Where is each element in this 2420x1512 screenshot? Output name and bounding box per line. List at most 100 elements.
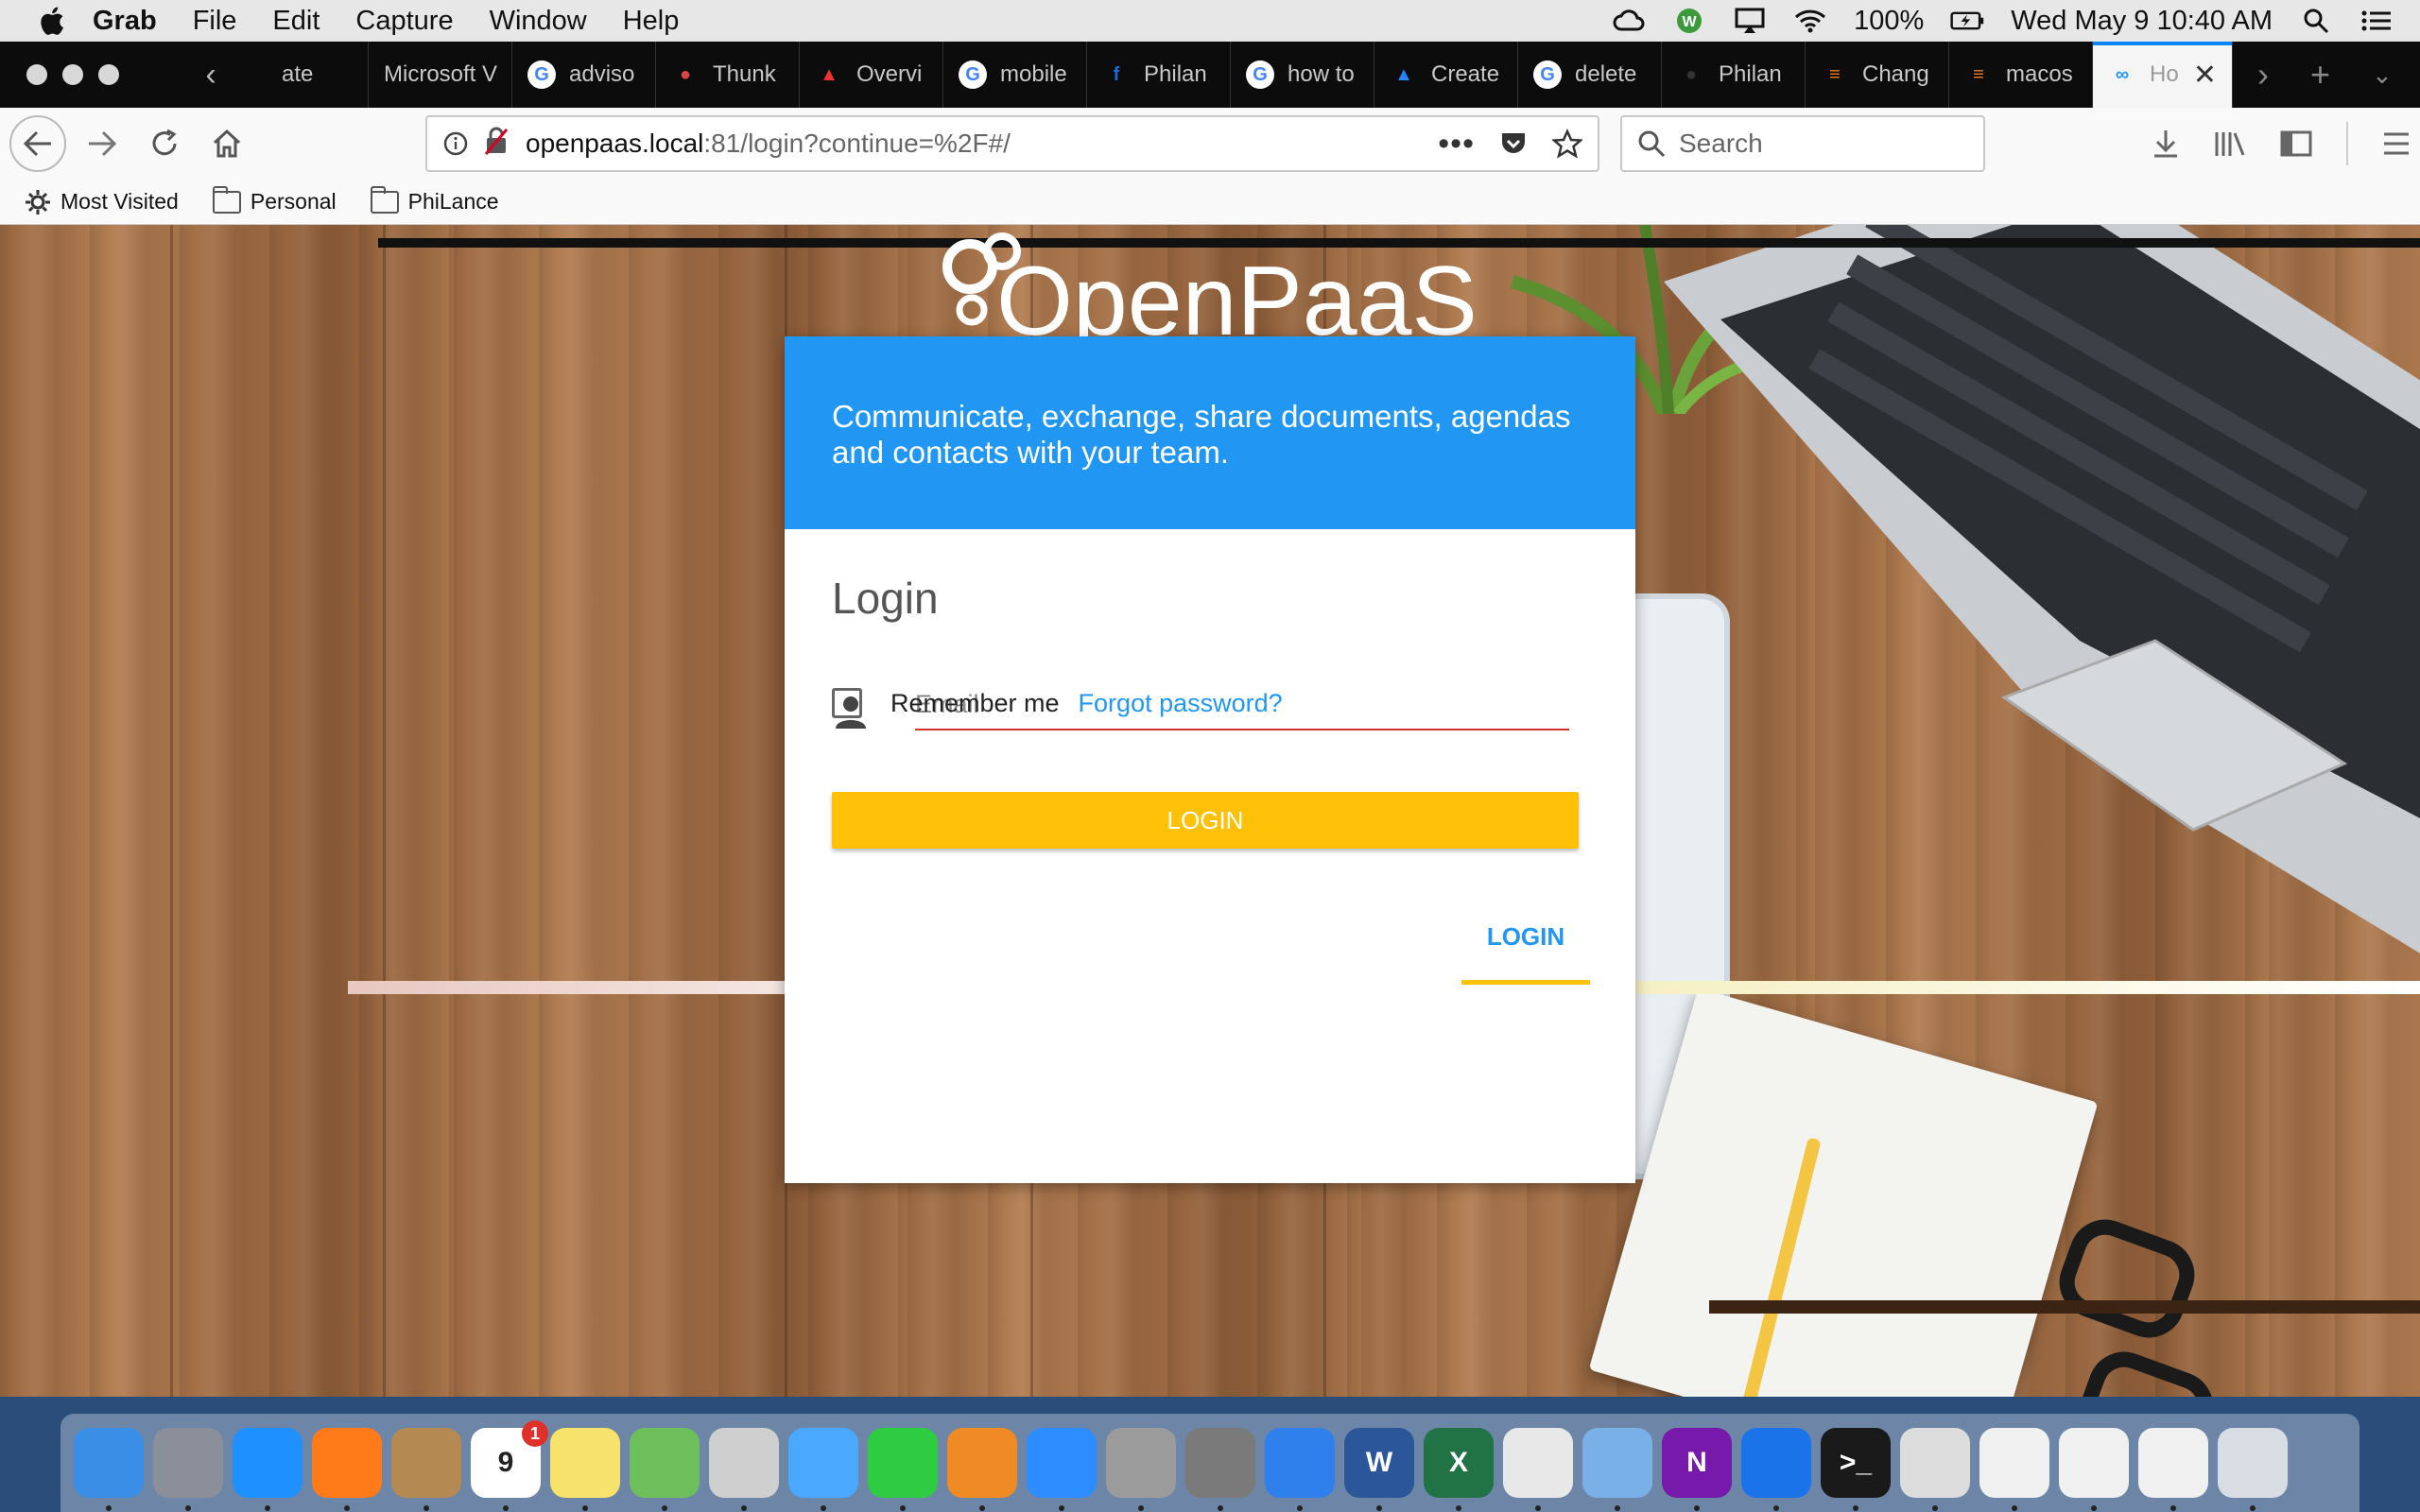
document-2-dock-icon[interactable] [2059, 1428, 2129, 1511]
wifi-icon[interactable] [1793, 7, 1827, 35]
document-3-dock-icon[interactable] [2138, 1428, 2208, 1511]
dock-icon-glyph: 9 [497, 1447, 514, 1478]
zoom-window-button[interactable] [98, 64, 119, 85]
menu-help[interactable]: Help [623, 6, 680, 37]
browser-tab[interactable]: ▲ Create [1374, 42, 1518, 108]
browser-tab[interactable]: ● Philan [1662, 42, 1806, 108]
onedrive-dock-icon[interactable] [1265, 1428, 1335, 1511]
trash-dock-icon[interactable] [2218, 1428, 2288, 1511]
tab-scroll-left-icon[interactable]: ‹ [197, 57, 225, 94]
document-1-dock-icon[interactable] [1979, 1428, 2049, 1511]
site-info-icon[interactable] [427, 131, 484, 156]
browser-tab[interactable]: ate [225, 42, 369, 108]
terminal-dock-icon[interactable]: >_ [1821, 1428, 1891, 1511]
menu-app-name[interactable]: Grab [93, 6, 157, 37]
messages-dock-icon[interactable] [788, 1428, 858, 1511]
running-indicator [1456, 1505, 1461, 1511]
browser-tab[interactable]: Gmobile [943, 42, 1087, 108]
app-store-dock-icon[interactable] [1027, 1428, 1097, 1511]
bookmark-star-icon[interactable] [1552, 129, 1582, 159]
tab-label: delete [1575, 61, 1637, 87]
word-dock-icon[interactable]: W [1344, 1428, 1414, 1511]
forgot-password-link[interactable]: Forgot password? [1079, 689, 1283, 718]
insecure-connection-icon[interactable] [484, 127, 509, 162]
excel-dock-icon[interactable]: X [1424, 1428, 1494, 1511]
archive-dock-icon[interactable] [1900, 1428, 1970, 1511]
bookmark-most-visited[interactable]: Most Visited [25, 189, 179, 215]
browser-tab[interactable]: Microsoft V [369, 42, 512, 108]
login-button[interactable]: LOGIN [832, 792, 1579, 849]
launchpad-dock-icon[interactable] [153, 1428, 223, 1511]
bookmark-label: Personal [250, 189, 337, 214]
browser-tab[interactable]: ≡ Chang [1806, 42, 1949, 108]
menu-capture[interactable]: Capture [355, 6, 453, 37]
contacts-dock-icon[interactable] [391, 1428, 461, 1511]
menu-window[interactable]: Window [490, 6, 587, 37]
safari-dock-icon[interactable] [233, 1428, 302, 1511]
new-tab-icon[interactable]: + [2310, 55, 2330, 94]
scissors-dock-icon[interactable] [709, 1428, 779, 1511]
running-indicator [424, 1505, 429, 1511]
google-favicon-icon: G [1246, 60, 1274, 89]
browser-tab[interactable]: Gdelete [1518, 42, 1662, 108]
system-preferences-dock-icon[interactable] [1185, 1428, 1255, 1511]
menubar-clock[interactable]: Wed May 9 10:40 AM [2011, 6, 2273, 37]
notification-center-icon[interactable] [2360, 7, 2394, 35]
finder-dock-icon[interactable] [74, 1428, 144, 1511]
close-window-button[interactable] [26, 64, 47, 85]
mail-dock-icon[interactable] [1582, 1428, 1652, 1511]
apple-menu-icon[interactable] [36, 5, 66, 37]
minimize-window-button[interactable] [62, 64, 83, 85]
tab-scroll-right-icon[interactable]: › [2257, 55, 2269, 94]
browser-tab[interactable]: f Philan [1087, 42, 1231, 108]
menu-edit[interactable]: Edit [272, 6, 320, 37]
airplay-icon[interactable] [1733, 7, 1767, 35]
maps-dock-icon[interactable] [630, 1428, 700, 1511]
battery-charging-icon[interactable] [1950, 7, 1984, 35]
maps-pin-dock-icon[interactable] [1741, 1428, 1811, 1511]
remember-me-label[interactable]: Remember me [890, 689, 1060, 718]
running-indicator [1853, 1505, 1858, 1511]
menu-file[interactable]: File [193, 6, 237, 37]
calculator-dock-icon[interactable] [1106, 1428, 1176, 1511]
page-actions-icon[interactable]: ••• [1438, 126, 1475, 163]
spotlight-search-icon[interactable] [2299, 7, 2333, 35]
hamburger-menu-icon[interactable] [2382, 130, 2411, 157]
bookmark-folder-philance[interactable]: PhiLance [370, 185, 499, 215]
macos-menubar: Grab File Edit Capture Window Help W 100… [0, 0, 2420, 42]
close-tab-icon[interactable]: ✕ [2193, 59, 2217, 92]
browser-tab[interactable]: ● Thunk [656, 42, 800, 108]
facetime-dock-icon[interactable] [868, 1428, 938, 1511]
firefox-dock-icon[interactable] [312, 1428, 382, 1511]
google-favicon-icon: G [527, 60, 556, 89]
onenote-dock-icon[interactable]: N [1662, 1428, 1732, 1511]
reload-button[interactable] [138, 117, 191, 170]
battery-percent: 100% [1854, 5, 1925, 36]
running-indicator [741, 1505, 747, 1511]
browser-tab[interactable]: ▲ Overvi [800, 42, 943, 108]
search-input[interactable] [1679, 129, 1962, 159]
browser-tab[interactable]: Ghow to [1231, 42, 1374, 108]
forward-button[interactable] [76, 117, 129, 170]
address-bar[interactable]: openpaas.local:81/login?continue=%2F#/ •… [425, 115, 1599, 172]
notes-dock-icon[interactable] [550, 1428, 620, 1511]
creative-cloud-icon[interactable] [1612, 7, 1646, 35]
pocket-icon[interactable] [1499, 129, 1528, 158]
list-all-tabs-icon[interactable]: ⌄ [2372, 60, 2393, 90]
browser-tab[interactable]: ≡ macos [1949, 42, 2093, 108]
back-button[interactable] [9, 115, 66, 172]
whatsapp-status-icon[interactable]: W [1672, 7, 1706, 35]
remember-me-checkbox[interactable] [832, 688, 862, 718]
search-bar[interactable] [1620, 115, 1985, 172]
preview-dock-icon[interactable] [1503, 1428, 1573, 1511]
browser-tab[interactable]: Gadviso [512, 42, 656, 108]
browser-tab[interactable]: ∞ Ho ✕ [2093, 42, 2233, 108]
books-dock-icon[interactable] [947, 1428, 1017, 1511]
home-button[interactable] [200, 117, 253, 170]
sidebar-toggle-icon[interactable] [2280, 129, 2312, 158]
login-tab[interactable]: LOGIN [1461, 922, 1590, 985]
bookmark-folder-personal[interactable]: Personal [212, 185, 337, 215]
downloads-icon[interactable] [2152, 129, 2180, 159]
library-icon[interactable] [2214, 129, 2246, 158]
calendar-dock-icon[interactable]: 91 [471, 1420, 548, 1511]
